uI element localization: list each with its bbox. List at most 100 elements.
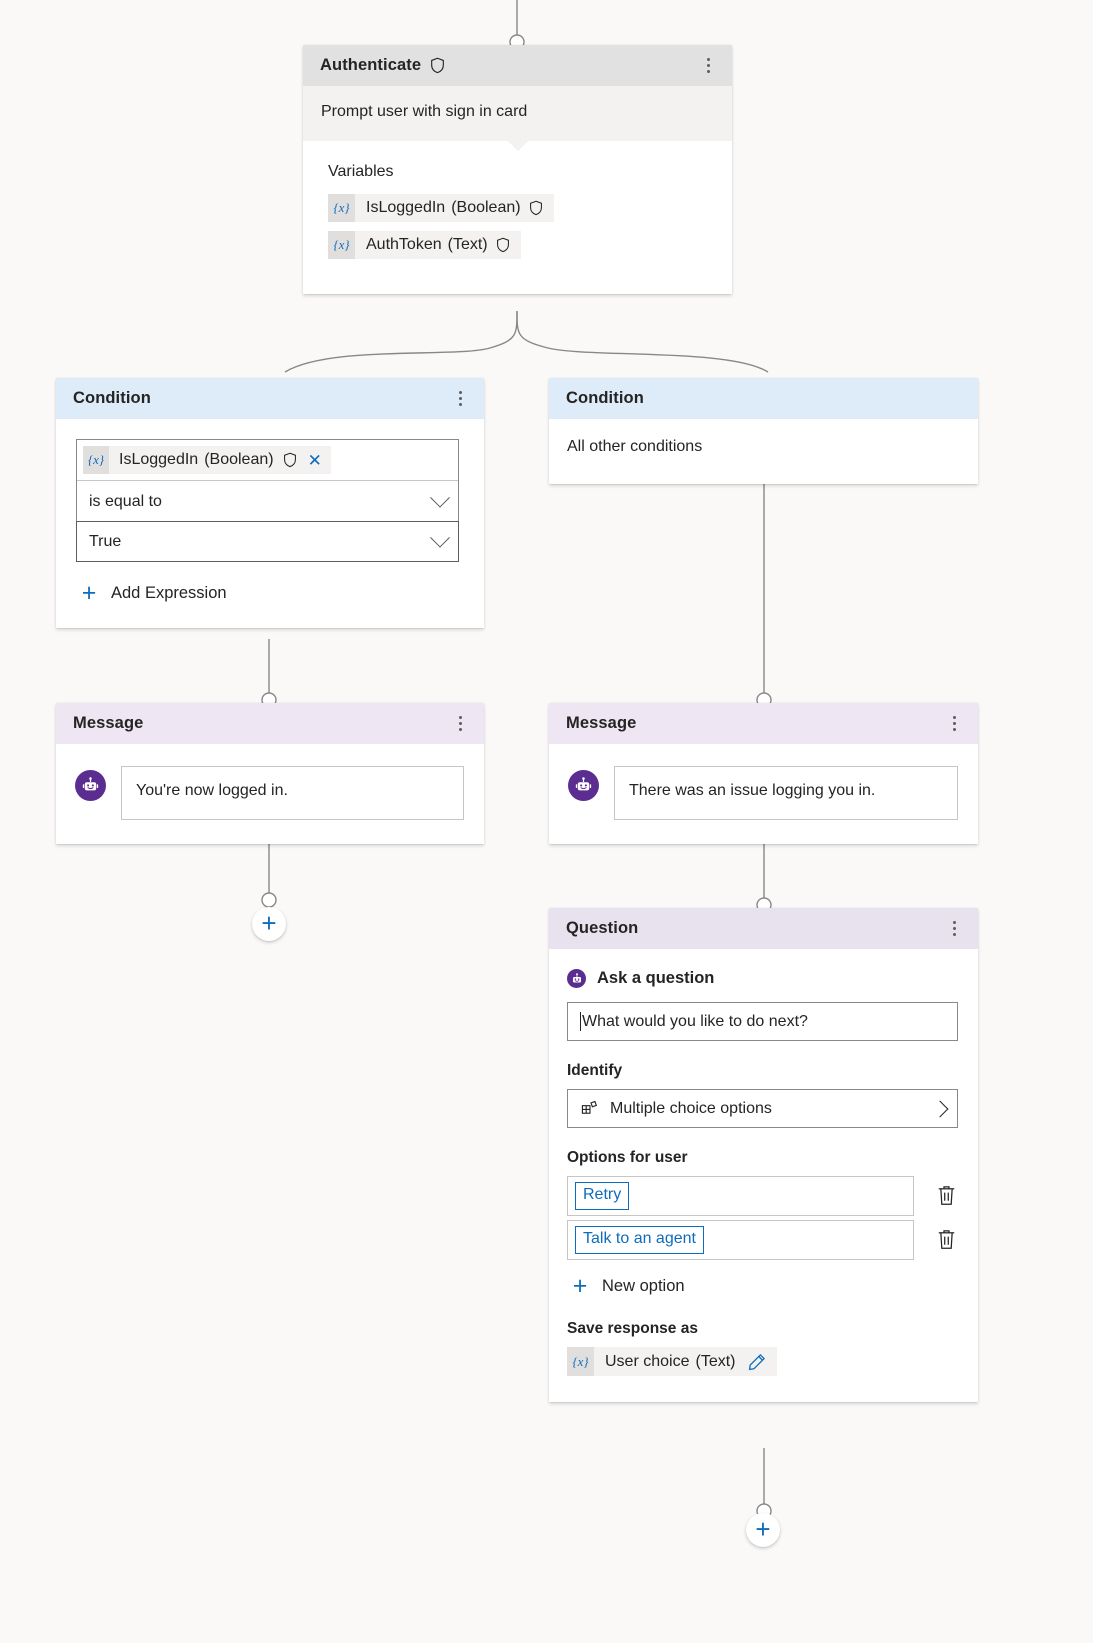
chevron-down-icon — [430, 487, 450, 508]
shield-icon — [529, 200, 544, 217]
ask-question-label: Ask a question — [597, 969, 715, 987]
node-condition-true-title: Condition — [73, 389, 151, 407]
node-authenticate[interactable]: Authenticate Prompt user with sign in ca… — [303, 45, 732, 294]
condition-variable-chip[interactable]: {x} IsLoggedIn (Boolean) ✕ — [83, 446, 331, 474]
message-text-field[interactable]: There was an issue logging you in. — [614, 766, 958, 820]
chevron-right-icon — [931, 1100, 949, 1117]
option-input-retry[interactable]: Retry — [567, 1176, 914, 1216]
node-question-header[interactable]: Question — [549, 908, 978, 949]
condition-expression-body: {x} IsLoggedIn (Boolean) ✕ is equal to T… — [56, 419, 484, 628]
save-response-as-label: Save response as — [567, 1320, 698, 1337]
variable-chip-authtoken[interactable]: {x} AuthToken (Text) — [328, 231, 521, 259]
bot-avatar-icon — [568, 770, 599, 801]
trash-icon[interactable] — [936, 1184, 958, 1208]
option-row[interactable]: Talk to an agent — [567, 1220, 958, 1260]
add-node-button-left[interactable]: + — [252, 907, 286, 941]
plus-icon: + — [81, 579, 97, 607]
variable-type: (Boolean) — [451, 199, 521, 216]
variable-type: (Boolean) — [204, 451, 274, 468]
node-condition-true[interactable]: Condition {x} IsLoggedIn (Boolean) ✕ is … — [56, 378, 484, 628]
node-authenticate-subtitle: Prompt user with sign in card — [321, 103, 528, 120]
identify-value: Multiple choice options — [610, 1099, 772, 1117]
variables-label: Variables — [328, 163, 394, 180]
option-value: Talk to an agent — [575, 1226, 704, 1254]
close-icon[interactable]: ✕ — [308, 452, 322, 469]
message-text-field[interactable]: You're now logged in. — [121, 766, 464, 820]
node-authenticate-title: Authenticate — [320, 56, 422, 74]
expression-badge-icon: {x} — [328, 231, 355, 259]
options-for-user-label: Options for user — [567, 1149, 688, 1166]
variable-type: (Text) — [695, 1352, 736, 1370]
plus-icon: + — [261, 907, 277, 938]
node-condition-else-header[interactable]: Condition — [549, 378, 978, 419]
variable-type: (Text) — [447, 236, 488, 253]
message-text: There was an issue logging you in. — [629, 782, 876, 799]
new-option-label: New option — [602, 1277, 685, 1295]
condition-value-select[interactable]: True — [76, 521, 459, 562]
more-options-icon[interactable] — [944, 917, 964, 941]
add-expression-button[interactable]: + Add Expression — [76, 581, 459, 606]
variable-name: User choice — [605, 1352, 690, 1370]
node-message-failure[interactable]: Message There was an issue logging you i… — [549, 703, 978, 844]
node-authenticate-subtitle-area: Prompt user with sign in card — [303, 86, 732, 141]
variable-name: IsLoggedIn — [366, 199, 446, 216]
more-options-icon[interactable] — [944, 712, 964, 736]
node-question-body: Ask a question What would you like to do… — [549, 949, 978, 1402]
ask-question-row: Ask a question — [567, 969, 958, 988]
identify-select[interactable]: Multiple choice options — [567, 1089, 958, 1128]
node-authenticate-header[interactable]: Authenticate — [303, 45, 732, 86]
node-authenticate-variables: Variables {x} IsLoggedIn (Boolean) {x} A… — [303, 141, 732, 294]
more-options-icon[interactable] — [450, 712, 470, 736]
condition-variable-row[interactable]: {x} IsLoggedIn (Boolean) ✕ — [77, 440, 458, 481]
expression-badge-icon: {x} — [83, 446, 109, 474]
condition-value: True — [89, 532, 122, 550]
new-option-button[interactable]: + New option — [567, 1274, 958, 1299]
question-text-value: What would you like to do next? — [582, 1012, 808, 1030]
variable-chip-isloggedin[interactable]: {x} IsLoggedIn (Boolean) — [328, 194, 554, 222]
message-text: You're now logged in. — [136, 782, 288, 799]
node-question[interactable]: Question Ask a question What would you l… — [549, 908, 978, 1402]
expression-badge-icon: {x} — [567, 1347, 594, 1376]
shield-icon — [283, 452, 298, 469]
node-message-failure-header[interactable]: Message — [549, 703, 978, 744]
add-expression-label: Add Expression — [111, 584, 227, 602]
flow-canvas[interactable]: Authenticate Prompt user with sign in ca… — [0, 0, 1093, 1643]
option-row[interactable]: Retry — [567, 1176, 958, 1216]
bot-dot-icon — [567, 969, 586, 988]
node-message-success[interactable]: Message You're now logged in. — [56, 703, 484, 844]
plus-icon: + — [755, 1513, 771, 1544]
variable-row[interactable]: {x} IsLoggedIn (Boolean) — [328, 194, 714, 231]
node-message-success-body: You're now logged in. — [56, 744, 484, 844]
variable-row[interactable]: {x} AuthToken (Text) — [328, 231, 714, 268]
subtitle-notch — [507, 140, 529, 151]
node-message-success-title: Message — [73, 714, 144, 732]
add-node-button-right[interactable]: + — [746, 1513, 780, 1547]
multiple-choice-icon — [581, 1100, 598, 1117]
variable-name: IsLoggedIn — [119, 451, 199, 468]
chevron-down-icon — [430, 527, 450, 548]
trash-icon[interactable] — [936, 1228, 958, 1252]
expression-badge-icon: {x} — [328, 194, 355, 222]
save-response-variable-chip[interactable]: {x} User choice (Text) — [567, 1347, 778, 1376]
node-condition-else[interactable]: Condition All other conditions — [549, 378, 978, 484]
node-message-failure-body: There was an issue logging you in. — [549, 744, 978, 844]
plus-icon: + — [572, 1272, 588, 1300]
variable-name: AuthToken — [366, 236, 442, 253]
option-input-talk-to-agent[interactable]: Talk to an agent — [567, 1220, 914, 1260]
more-options-icon[interactable] — [450, 387, 470, 411]
node-question-title: Question — [566, 919, 639, 937]
more-options-icon[interactable] — [698, 54, 718, 78]
node-message-success-header[interactable]: Message — [56, 703, 484, 744]
node-condition-true-header[interactable]: Condition — [56, 378, 484, 419]
shield-icon — [496, 237, 511, 254]
condition-expression-group: {x} IsLoggedIn (Boolean) ✕ is equal to T… — [76, 439, 459, 562]
node-condition-else-body: All other conditions — [549, 419, 978, 484]
condition-operator-value: is equal to — [89, 492, 162, 510]
shield-icon — [430, 57, 445, 74]
condition-operator-select[interactable]: is equal to — [77, 481, 458, 522]
node-condition-else-title: Condition — [566, 389, 644, 407]
question-text-input[interactable]: What would you like to do next? — [567, 1002, 958, 1041]
pencil-icon[interactable] — [748, 1353, 766, 1371]
bot-avatar-icon — [75, 770, 106, 801]
condition-else-text: All other conditions — [567, 438, 703, 455]
